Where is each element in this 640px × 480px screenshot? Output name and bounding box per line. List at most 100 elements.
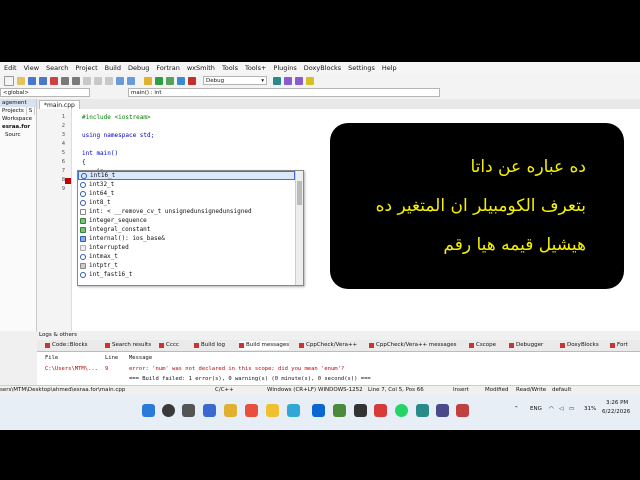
search-icon[interactable] <box>162 404 175 417</box>
menu-build[interactable]: Build <box>105 64 121 72</box>
cut-icon[interactable] <box>83 76 91 85</box>
task-view-icon[interactable] <box>182 404 195 417</box>
menu-edit[interactable]: Edit <box>4 64 17 72</box>
start-windows-icon[interactable] <box>142 404 155 417</box>
clock-time[interactable]: 3:26 PM <box>606 400 628 406</box>
replace-icon[interactable] <box>127 76 135 85</box>
function-select[interactable]: main() : int <box>128 88 440 97</box>
tab-projects[interactable]: Projects <box>0 107 27 115</box>
menu-doxyblocks[interactable]: DoxyBlocks <box>304 64 341 72</box>
tab-build-messages[interactable]: Build messages <box>239 341 290 350</box>
save-icon[interactable] <box>28 76 36 85</box>
run-icon[interactable] <box>155 76 163 85</box>
whatsapp-icon[interactable] <box>395 404 408 417</box>
app-icon[interactable] <box>436 404 449 417</box>
vscode-icon[interactable] <box>312 404 325 417</box>
youtube-icon[interactable] <box>374 404 387 417</box>
tab-cppcheck-messages[interactable]: CppCheck/Vera++ messages <box>369 341 457 350</box>
tab-doxyblocks[interactable]: DoxyBlocks <box>560 341 599 350</box>
menu-help[interactable]: Help <box>382 64 397 72</box>
volume-icon[interactable]: ◁ <box>559 406 563 412</box>
copy-icon[interactable] <box>94 76 102 85</box>
file-explorer-icon[interactable] <box>224 404 237 417</box>
open-folder-icon[interactable] <box>17 76 25 85</box>
autocomplete-item[interactable]: intmax_t <box>78 252 295 261</box>
tab-cppcheck[interactable]: CppCheck/Vera++ <box>299 341 357 350</box>
tab-cscope[interactable]: Cscope <box>469 341 496 350</box>
undo-icon[interactable] <box>61 76 69 85</box>
paste-icon[interactable] <box>105 76 113 85</box>
log-file: C:\Users\MTM\... <box>45 366 98 372</box>
tab-codeblocks[interactable]: Code::Blocks <box>45 341 88 350</box>
input-language[interactable]: ENG <box>530 406 542 412</box>
debug-step-icon[interactable] <box>284 76 292 85</box>
menu-project[interactable]: Project <box>75 64 97 72</box>
menu-debug[interactable]: Debug <box>128 64 149 72</box>
close-icon[interactable] <box>50 76 58 85</box>
menu-tools-plus[interactable]: Tools+ <box>245 64 266 72</box>
autocomplete-item[interactable]: int64_t <box>78 189 295 198</box>
debug-icon[interactable] <box>273 76 281 85</box>
rebuild-icon[interactable] <box>177 76 185 85</box>
edge-icon[interactable] <box>287 404 300 417</box>
battery-icon[interactable]: ▭ <box>569 406 574 412</box>
scrollbar-thumb[interactable] <box>297 181 302 205</box>
build-target-select[interactable]: Debug ▾ <box>203 76 267 85</box>
menu-view[interactable]: View <box>24 64 39 72</box>
autocomplete-item[interactable]: interrupted <box>78 243 295 252</box>
autocomplete-item[interactable]: int: < __remove_cv_t unsignedunsigneduns… <box>78 207 295 216</box>
chrome-icon[interactable] <box>245 404 258 417</box>
tab-label: Cccc <box>166 342 179 348</box>
autocomplete-item[interactable]: int8_t <box>78 198 295 207</box>
project-node[interactable]: esraa.for <box>0 123 36 131</box>
autocomplete-item[interactable]: int32_t <box>78 180 295 189</box>
app-icon[interactable] <box>416 404 429 417</box>
abort-icon[interactable] <box>188 76 196 85</box>
tab-icon <box>369 343 374 348</box>
save-all-icon[interactable] <box>39 76 47 85</box>
tab-fortran[interactable]: Fort <box>610 341 628 350</box>
redo-icon[interactable] <box>72 76 80 85</box>
menu-tools[interactable]: Tools <box>222 64 238 72</box>
autocomplete-scrollbar[interactable] <box>295 171 303 285</box>
menu-wxsmith[interactable]: wxSmith <box>187 64 215 72</box>
recorder-icon[interactable] <box>456 404 469 417</box>
autocomplete-text: intptr_t <box>89 262 118 269</box>
line-number: 7 <box>61 168 65 174</box>
debug-next-icon[interactable] <box>295 76 303 85</box>
tab-cccc[interactable]: Cccc <box>159 341 179 350</box>
app-icon[interactable] <box>354 404 367 417</box>
highlight-icon[interactable] <box>306 76 314 85</box>
menu-fortran[interactable]: Fortran <box>156 64 179 72</box>
scope-select[interactable]: <global> <box>0 88 90 97</box>
folder-icon[interactable] <box>266 404 279 417</box>
autocomplete-item[interactable]: int_fast16_t <box>78 270 295 279</box>
autocomplete-popup[interactable]: int16_t int32_t int64_t int8_t int: < __… <box>77 170 304 286</box>
tab-symbols[interactable]: S <box>27 107 36 115</box>
tab-search-results[interactable]: Search results <box>105 341 151 350</box>
sources-node[interactable]: Sourc <box>0 131 36 139</box>
workspace-node[interactable]: Workspace <box>0 115 36 123</box>
new-file-icon[interactable] <box>4 75 14 86</box>
build-gear-icon[interactable] <box>144 76 152 85</box>
menu-search[interactable]: Search <box>46 64 68 72</box>
tab-label: Debugger <box>516 342 544 348</box>
menu-settings[interactable]: Settings <box>348 64 375 72</box>
tab-build-log[interactable]: Build log <box>194 341 225 350</box>
menu-plugins[interactable]: Plugins <box>273 64 296 72</box>
autocomplete-item[interactable]: internal(): ios_base& <box>78 234 295 243</box>
widgets-icon[interactable] <box>203 404 216 417</box>
autocomplete-item[interactable]: int16_t <box>78 171 295 180</box>
autocomplete-item[interactable]: integer_sequence <box>78 216 295 225</box>
build-run-icon[interactable] <box>166 76 174 85</box>
autocomplete-item[interactable]: integral_constant <box>78 225 295 234</box>
line-number: 9 <box>61 186 65 192</box>
tray-chevron-icon[interactable]: ⌃ <box>514 406 519 412</box>
find-icon[interactable] <box>116 76 124 85</box>
tab-debugger[interactable]: Debugger <box>509 341 543 350</box>
wifi-icon[interactable]: ◠ <box>549 406 554 412</box>
autocomplete-item[interactable]: intptr_t <box>78 261 295 270</box>
codeblocks-icon[interactable] <box>333 404 346 417</box>
clock-date[interactable]: 6/22/2026 <box>602 409 630 415</box>
line-number: 5 <box>61 150 65 156</box>
